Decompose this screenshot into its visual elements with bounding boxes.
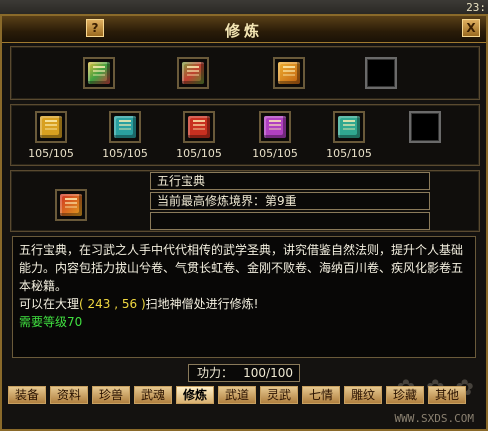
location-line: 可以在大理( 243 , 56 )扫地神僧处进行修炼! <box>19 295 469 313</box>
tab-other[interactable]: 其他 <box>428 386 466 404</box>
window-title: 修炼 <box>224 22 263 40</box>
book-count: 105/105 <box>176 147 222 160</box>
book-count: 105/105 <box>28 147 74 160</box>
description-box: 五行宝典，在习武之人手中代代相传的武学圣典，讲究借鉴自然法则，提升个人基础能力。… <box>12 236 476 358</box>
treasure-panel <box>10 46 480 100</box>
tab-martial-way[interactable]: 武道 <box>218 386 256 404</box>
tab-equipment[interactable]: 装备 <box>8 386 46 404</box>
power-display: 功力： 100/100 <box>188 364 300 382</box>
location-suffix: 扫地神僧处进行修炼! <box>145 297 259 311</box>
rainbow-scroll-icon <box>88 62 110 84</box>
book-slot-teal[interactable] <box>109 111 141 143</box>
tab-engraving[interactable]: 雕纹 <box>344 386 382 404</box>
clock-text: 23: <box>466 1 486 14</box>
yellow-book-icon <box>40 116 62 138</box>
book-count: 105/105 <box>326 147 372 160</box>
close-button[interactable]: X <box>462 19 480 37</box>
location-coords-link[interactable]: ( 243 , 56 ) <box>79 297 146 311</box>
description-text: 五行宝典，在习武之人手中代代相传的武学圣典，讲究借鉴自然法则，提升个人基础能力。… <box>19 243 464 293</box>
tab-spirit-weapon[interactable]: 灵武 <box>260 386 298 404</box>
book-slot-purple[interactable] <box>259 111 291 143</box>
book-slot-red[interactable] <box>183 111 215 143</box>
selected-extra <box>150 212 430 230</box>
book-count: 105/105 <box>102 147 148 160</box>
cultivation-window: ? 修炼 X 105/105 105/105 105/105 105/105 1… <box>0 14 488 431</box>
title-bar[interactable]: ? 修炼 X <box>2 16 486 43</box>
tab-collection[interactable]: 珍藏 <box>386 386 424 404</box>
power-label: 功力： <box>197 366 234 380</box>
watermark-url: WWW.SXDS.COM <box>394 412 474 425</box>
location-prefix: 可以在大理 <box>19 297 80 311</box>
selected-name: 五行宝典 <box>150 172 430 190</box>
treasure-slot-1[interactable] <box>83 57 115 89</box>
book-slot-yellow[interactable] <box>35 111 67 143</box>
power-value: 100/100 <box>243 366 293 380</box>
jade-bundle-icon <box>182 62 204 84</box>
gold-treasure-icon <box>278 62 300 84</box>
teal-book-icon <box>114 116 136 138</box>
cyan-book-icon <box>338 116 360 138</box>
book-slot-empty[interactable] <box>409 111 441 143</box>
tab-seven-emotions[interactable]: 七情 <box>302 386 340 404</box>
book-slot-cyan[interactable] <box>333 111 365 143</box>
tab-pets[interactable]: 珍兽 <box>92 386 130 404</box>
book-count: 105/105 <box>252 147 298 160</box>
tab-bar: 装备 资料 珍兽 武魂 修炼 武道 灵武 七情 雕纹 珍藏 其他 <box>8 386 480 406</box>
treasure-slot-3[interactable] <box>273 57 305 89</box>
red-book-icon <box>188 116 210 138</box>
books-panel: 105/105 105/105 105/105 105/105 105/105 <box>10 104 480 166</box>
level-requirement: 需要等级70 <box>19 315 83 329</box>
selected-book-slot[interactable] <box>55 189 87 221</box>
tab-profile[interactable]: 资料 <box>50 386 88 404</box>
treasure-slot-2[interactable] <box>177 57 209 89</box>
five-elements-book-icon <box>60 194 82 216</box>
purple-book-icon <box>264 116 286 138</box>
tab-cultivation[interactable]: 修炼 <box>176 386 214 404</box>
selected-realm: 当前最高修炼境界：第9重 <box>150 192 430 210</box>
tab-martial-soul[interactable]: 武魂 <box>134 386 172 404</box>
treasure-slot-empty[interactable] <box>365 57 397 89</box>
